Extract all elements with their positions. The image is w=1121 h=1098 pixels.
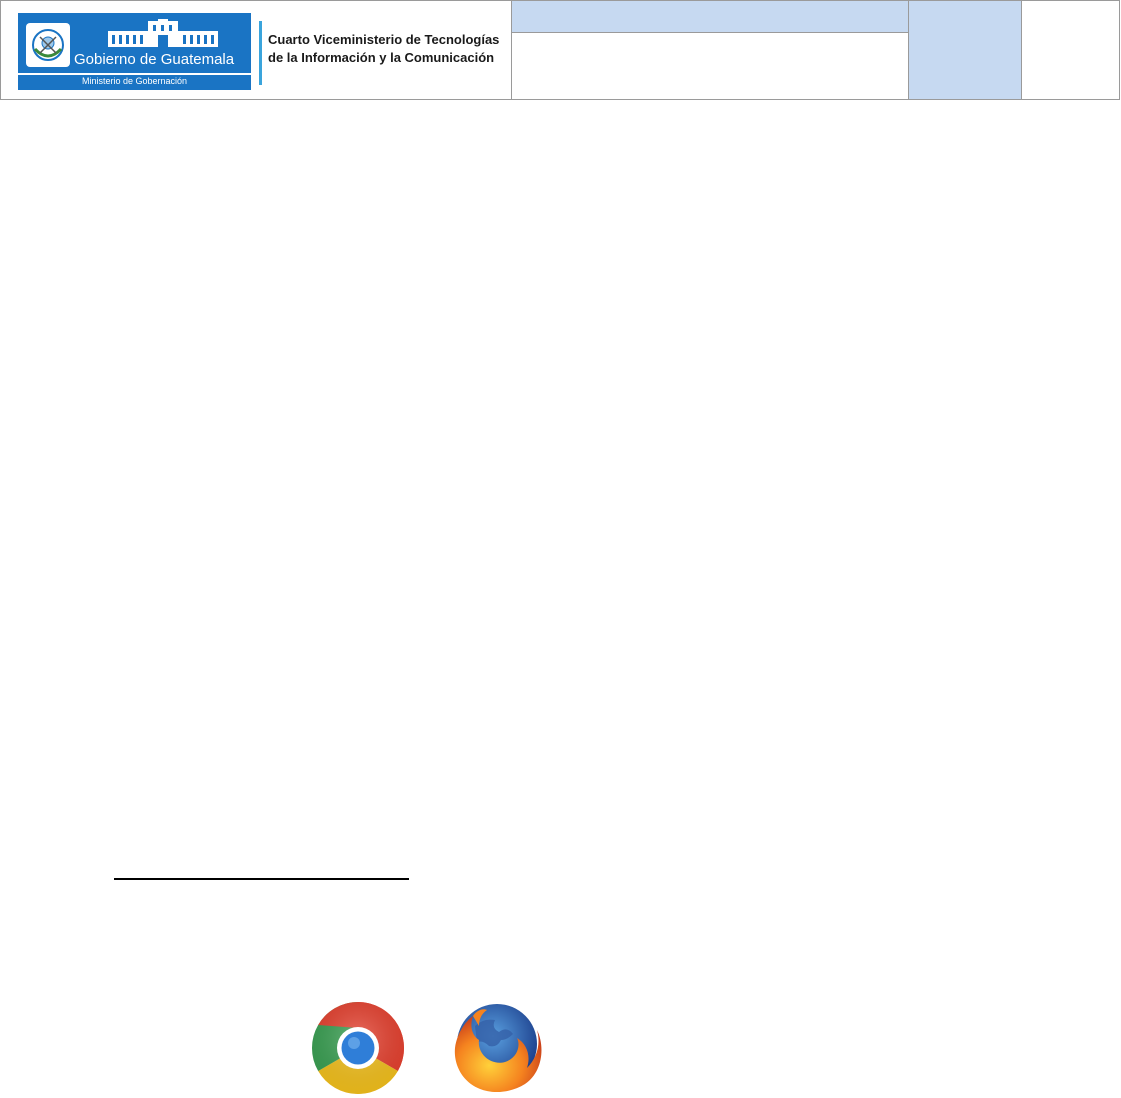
document-title-cell [512,1,909,33]
chrome-icon [311,1002,405,1095]
logo-cell: Gobierno de Guatemala Ministerio de Gobe… [1,1,512,99]
vice-ministry-line-1: Cuarto Viceministerio de Tecnologías [268,32,500,47]
gobierno-de-guatemala-logo: Gobierno de Guatemala Ministerio de Gobe… [18,13,251,90]
firefox-icon [454,1004,542,1092]
underlined-heading-rule [114,878,409,880]
page-number-cell [1022,1,1119,99]
coat-of-arms-icon [26,23,70,67]
document-subtitle-cell [512,33,909,99]
logo-ministry-band: Ministerio de Gobernación [18,75,251,90]
national-palace-icon [108,19,218,47]
logo-government-name: Gobierno de Guatemala [74,51,235,68]
vice-ministry-title: Cuarto Viceministerio de Tecnologías de … [268,31,499,67]
document-header-table: Gobierno de Guatemala Ministerio de Gobe… [0,0,1120,100]
document-code-cell [909,1,1022,99]
accent-divider [259,21,262,85]
logo-ministry-name: Ministerio de Gobernación [81,76,188,86]
vice-ministry-line-2: de la Información y la Comunicación [268,50,495,65]
